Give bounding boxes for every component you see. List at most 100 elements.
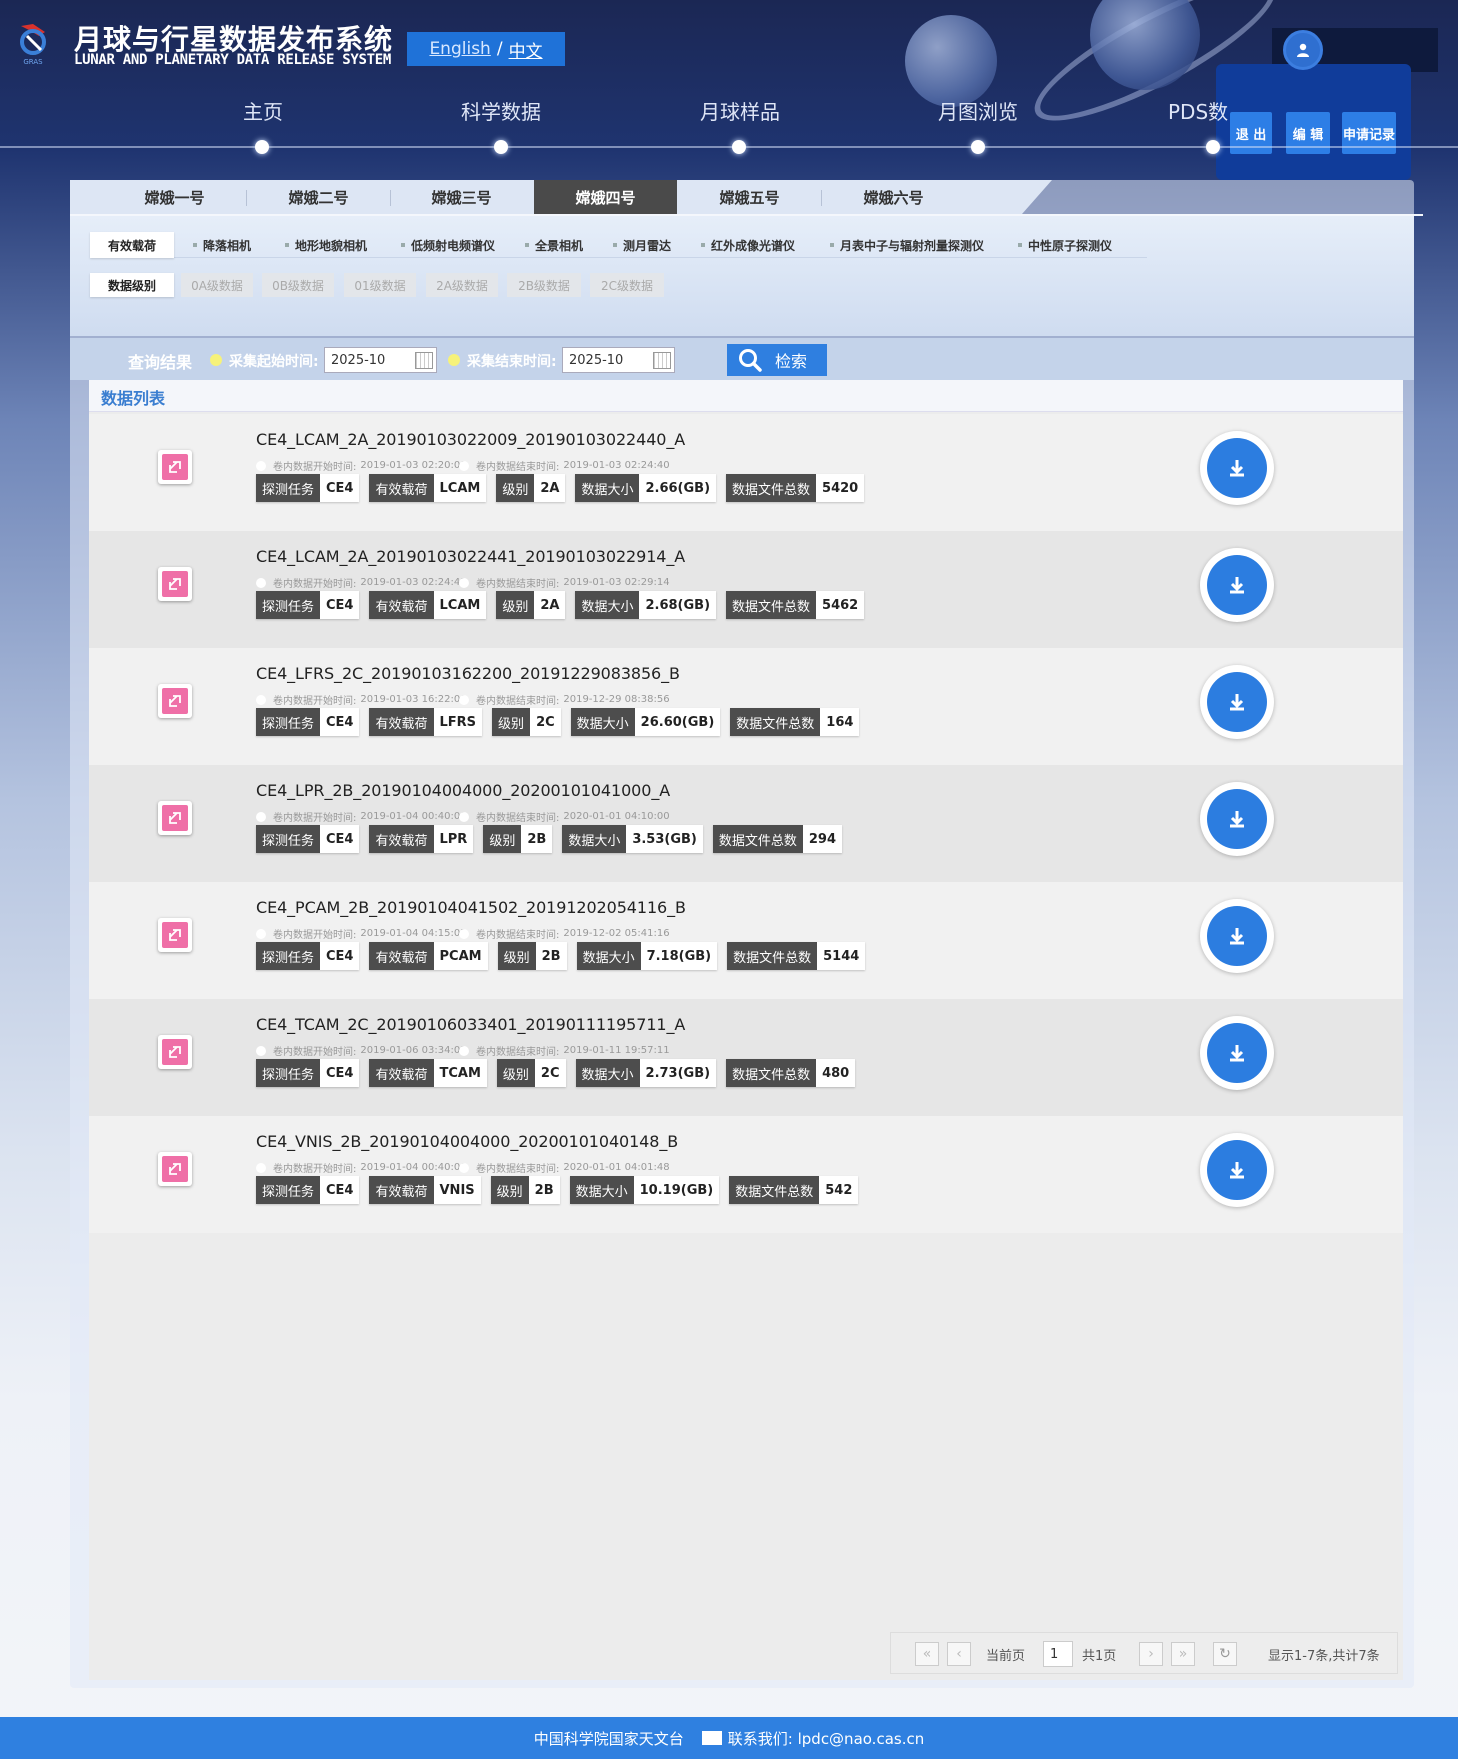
nav-dot [971, 140, 985, 154]
download-button[interactable] [1200, 782, 1274, 856]
nav-home[interactable]: 主页 [243, 96, 283, 125]
next-page-button[interactable]: › [1139, 1642, 1163, 1666]
item-end-time: 卷内数据结束时间: 2019-01-03 02:29:14 [459, 575, 670, 590]
start-time-input[interactable]: 2025-10 [324, 347, 437, 373]
tag-size: 数据大小 2.73(GB) [575, 1059, 717, 1087]
tag-mission: 探测任务 CE4 [256, 1059, 360, 1087]
start-time-label: 采集起始时间: [229, 354, 319, 370]
link-icon [169, 1163, 181, 1175]
tag-file-count: 数据文件总数 5462 [726, 591, 865, 619]
filter-landing-camera[interactable]: 降落相机 [186, 232, 258, 258]
tag-size: 数据大小 10.19(GB) [569, 1176, 720, 1204]
tag-payload: 有效载荷 PCAM [369, 942, 488, 970]
prev-page-button[interactable]: ‹ [947, 1642, 971, 1666]
calendar-icon[interactable] [415, 352, 433, 369]
tag-file-count: 数据文件总数 5144 [727, 942, 866, 970]
download-button[interactable] [1200, 431, 1274, 505]
item-title[interactable]: CE4_VNIS_2B_20190104004000_2020010104014… [256, 1132, 678, 1151]
filter-level-0b[interactable]: 0B级数据 [262, 273, 334, 297]
nav-science-data[interactable]: 科学数据 [461, 96, 541, 125]
lang-chinese-link[interactable]: 中文 [509, 37, 543, 62]
search-button[interactable]: 检索 [727, 344, 827, 376]
user-avatar[interactable] [1283, 30, 1323, 70]
lang-english-link[interactable]: English [429, 39, 490, 59]
data-link-icon[interactable] [158, 450, 192, 484]
tab-chang-e-4[interactable]: 嫦娥四号 [534, 180, 677, 214]
end-time-input[interactable]: 2025-10 [562, 347, 675, 373]
nav-lunar-map[interactable]: 月图浏览 [938, 96, 1018, 125]
total-pages-label: 共1页 [1082, 1649, 1117, 1664]
nav-lunar-samples[interactable]: 月球样品 [700, 96, 780, 125]
item-end-time: 卷内数据结束时间: 2019-01-11 19:57:11 [459, 1043, 670, 1058]
download-button[interactable] [1200, 899, 1274, 973]
footer: 中国科学院国家天文台 联系我们: lpdc@nao.cas.cn [0, 1717, 1458, 1759]
filter-neutral-atom[interactable]: 中性原子探测仪 [1010, 232, 1120, 258]
data-link-icon[interactable] [158, 567, 192, 601]
download-button[interactable] [1200, 1133, 1274, 1207]
page-number-input[interactable]: 1 [1043, 1641, 1073, 1667]
item-title[interactable]: CE4_LFRS_2C_20190103162200_2019122908385… [256, 664, 680, 683]
filter-level-01[interactable]: 01级数据 [344, 273, 416, 297]
footer-contact[interactable]: 联系我们: lpdc@nao.cas.cn [728, 1728, 924, 1749]
item-tags: 探测任务 CE4 有效载荷 TCAM 级别 2C 数据大小 2.73(GB) 数据文件总数 480 [256, 1059, 865, 1087]
tag-size: 数据大小 3.53(GB) [562, 825, 703, 853]
link-icon [169, 578, 181, 590]
tag-file-count: 数据文件总数 164 [730, 708, 860, 736]
download-icon [1230, 1162, 1244, 1179]
filter-infrared-spectrometer[interactable]: 红外成像光谱仪 [692, 232, 804, 258]
filter-level-2b[interactable]: 2B级数据 [507, 273, 581, 297]
filter-neutron-radiation[interactable]: 月表中子与辐射剂量探测仪 [820, 232, 994, 258]
filter-level-all[interactable]: 数据级别 [90, 273, 174, 297]
item-tags: 探测任务 CE4 有效载荷 LPR 级别 2B 数据大小 3.53(GB) 数据文件总数 294 [256, 825, 852, 853]
download-button[interactable] [1200, 548, 1274, 622]
download-button[interactable] [1200, 665, 1274, 739]
item-title[interactable]: CE4_LCAM_2A_20190103022009_2019010302244… [256, 430, 685, 449]
link-icon [169, 695, 181, 707]
tag-size: 数据大小 2.68(GB) [575, 591, 717, 619]
data-link-icon[interactable] [158, 684, 192, 718]
filter-level-2a[interactable]: 2A级数据 [426, 273, 498, 297]
tab-chang-e-5[interactable]: 嫦娥五号 [678, 180, 821, 214]
last-page-button[interactable]: » [1171, 1642, 1195, 1666]
filter-level-0a[interactable]: 0A级数据 [181, 273, 253, 297]
filter-panoramic-camera[interactable]: 全景相机 [518, 232, 590, 258]
item-end-time: 卷内数据结束时间: 2020-01-01 04:10:00 [459, 809, 670, 824]
data-link-icon[interactable] [158, 918, 192, 952]
data-link-icon[interactable] [158, 801, 192, 835]
filter-terrain-camera[interactable]: 地形地貌相机 [276, 232, 376, 258]
link-icon [169, 461, 181, 473]
filter-lfrs[interactable]: 低频射电频谱仪 [392, 232, 504, 258]
tag-payload: 有效载荷 LCAM [369, 474, 487, 502]
item-title[interactable]: CE4_LCAM_2A_20190103022441_2019010302291… [256, 547, 685, 566]
item-title[interactable]: CE4_LPR_2B_20190104004000_20200101041000… [256, 781, 670, 800]
item-title[interactable]: CE4_PCAM_2B_20190104041502_2019120205411… [256, 898, 686, 917]
query-results-title: 查询结果 [128, 353, 193, 372]
tag-level: 级别 2A [496, 591, 566, 619]
first-page-button[interactable]: « [915, 1642, 939, 1666]
item-start-time: 卷内数据开始时间: 2019-01-04 00:40:00 [256, 1160, 467, 1175]
filter-level-2c[interactable]: 2C级数据 [590, 273, 664, 297]
planet-decoration [905, 15, 997, 107]
pagination: « ‹ 当前页 1 共1页 › » ↻ 显示1-7条,共计7条 [890, 1632, 1398, 1674]
tab-chang-e-3[interactable]: 嫦娥三号 [390, 180, 533, 214]
tab-chang-e-1[interactable]: 嫦娥一号 [103, 180, 246, 214]
tag-payload: 有效载荷 VNIS [369, 1176, 481, 1204]
tab-chang-e-2[interactable]: 嫦娥二号 [247, 180, 390, 214]
list-item: CE4_VNIS_2B_20190104004000_2020010104014… [89, 1116, 1403, 1233]
refresh-icon[interactable]: ↻ [1213, 1642, 1237, 1666]
item-title[interactable]: CE4_TCAM_2C_20190106033401_2019011119571… [256, 1015, 685, 1034]
list-item: CE4_LCAM_2A_20190103022009_2019010302244… [89, 414, 1403, 531]
tab-chang-e-6[interactable]: 嫦娥六号 [822, 180, 965, 214]
item-start-time: 卷内数据开始时间: 2019-01-04 00:40:00 [256, 809, 467, 824]
logo-icon: GRAS [20, 24, 46, 66]
item-start-time: 卷内数据开始时间: 2019-01-04 04:15:02 [256, 926, 467, 941]
nav-pds[interactable]: PDS数 [1168, 96, 1228, 125]
data-link-icon[interactable] [158, 1035, 192, 1069]
download-button[interactable] [1200, 1016, 1274, 1090]
data-link-icon[interactable] [158, 1152, 192, 1186]
tag-size: 数据大小 7.18(GB) [576, 942, 718, 970]
tag-size: 数据大小 26.60(GB) [570, 708, 721, 736]
filter-lunar-radar[interactable]: 测月雷达 [606, 232, 678, 258]
filter-payload-all[interactable]: 有效载荷 [90, 232, 174, 258]
calendar-icon[interactable] [653, 352, 671, 369]
